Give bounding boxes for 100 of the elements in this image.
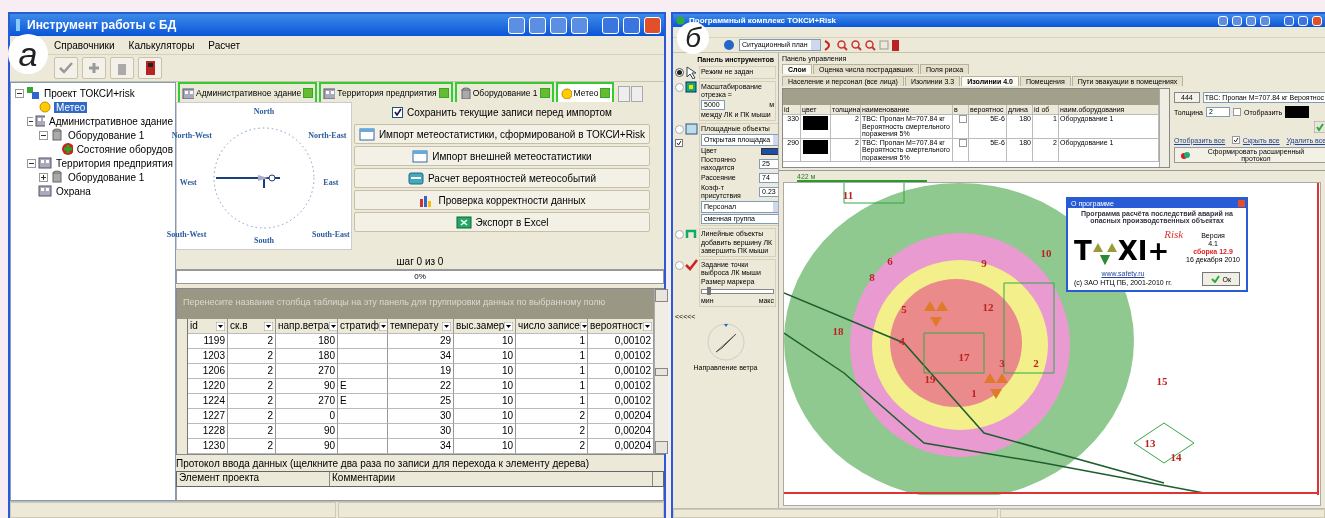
title-tool-button[interactable] xyxy=(550,16,567,34)
radio-button[interactable] xyxy=(675,261,684,270)
title-tool-button[interactable] xyxy=(1260,15,1270,26)
tree-item[interactable]: Охрана xyxy=(54,185,93,197)
building-icon xyxy=(38,156,52,170)
dropdown-icon[interactable] xyxy=(329,321,337,331)
table-cell: 2 xyxy=(516,439,588,454)
expand-toggle[interactable] xyxy=(39,172,48,182)
map-label: 11 xyxy=(842,189,854,201)
checkbox[interactable] xyxy=(1233,108,1241,116)
tab-close-button[interactable] xyxy=(539,88,550,98)
color-swatch[interactable] xyxy=(1285,106,1310,118)
minimize-button[interactable] xyxy=(602,16,619,34)
tree-item[interactable]: Административное здание xyxy=(47,115,175,127)
action-button[interactable]: Расчет вероятностей метеособытий xyxy=(354,168,650,188)
dropdown-icon[interactable] xyxy=(504,321,514,331)
dropdown-icon[interactable] xyxy=(264,321,273,331)
device-icon[interactable] xyxy=(891,39,899,51)
menu-item[interactable]: Калькуляторы xyxy=(128,39,195,51)
tree-item[interactable]: Территория предприятия xyxy=(54,157,175,169)
tree-item[interactable]: Оборудование 1 xyxy=(66,129,147,141)
minimize-button[interactable] xyxy=(1284,15,1294,26)
color-swatch[interactable] xyxy=(761,147,778,155)
point-mode-icon xyxy=(685,259,698,272)
map-label: 8 xyxy=(869,271,875,283)
tab-close-button[interactable] xyxy=(303,88,314,98)
map-label: 2 xyxy=(1033,357,1039,369)
device-icon xyxy=(145,61,155,75)
zoom-icon[interactable] xyxy=(836,39,848,51)
tab[interactable]: Административное здание xyxy=(178,82,318,102)
expand-toggle[interactable] xyxy=(27,158,36,168)
title-tool-button[interactable] xyxy=(571,16,588,34)
dropdown-icon[interactable] xyxy=(442,321,451,331)
apply-button[interactable] xyxy=(1314,121,1325,133)
title-tool-button[interactable] xyxy=(1246,15,1256,26)
dropdown-icon[interactable] xyxy=(579,321,587,331)
scrollbar[interactable] xyxy=(654,289,668,454)
zoom-icon[interactable] xyxy=(864,39,876,51)
tab-close-button[interactable] xyxy=(600,88,611,98)
building-icon xyxy=(35,114,46,128)
radio-button[interactable] xyxy=(675,230,684,239)
action-button[interactable]: Экспорт в Excel xyxy=(354,212,650,232)
dropdown-icon[interactable] xyxy=(216,321,225,331)
column-header[interactable]: Комментарии xyxy=(330,472,653,486)
checkbox[interactable] xyxy=(1231,136,1240,144)
title-tool-button[interactable] xyxy=(1232,15,1242,26)
wind-direction-drawing[interactable] xyxy=(705,322,746,362)
compass-label: North xyxy=(253,106,275,116)
close-button[interactable] xyxy=(1312,15,1322,26)
app-icon xyxy=(676,16,685,25)
info-icon[interactable] xyxy=(723,39,736,51)
checkbox[interactable] xyxy=(675,139,683,147)
expand-toggle[interactable] xyxy=(39,130,48,140)
title-tool-button[interactable] xyxy=(529,16,546,34)
marker-size-slider[interactable] xyxy=(701,289,774,294)
project-icon xyxy=(26,86,40,100)
checkbox[interactable] xyxy=(959,115,967,123)
tab[interactable]: Оборудование 1 xyxy=(454,82,554,102)
checkbox[interactable] xyxy=(959,138,967,147)
tab[interactable]: Метео xyxy=(555,82,615,102)
expand-toggle[interactable] xyxy=(27,116,34,126)
action-button[interactable]: Импорт метеостатистики, сформированой в ТОКСИ+Risk xyxy=(354,124,650,144)
map-label: 1 xyxy=(971,387,977,399)
radio-button[interactable] xyxy=(675,68,684,77)
exit-button[interactable] xyxy=(138,57,162,79)
tree-item[interactable]: Метео xyxy=(54,101,88,113)
table-cell: 90 xyxy=(276,439,338,454)
equipment-icon xyxy=(50,170,64,184)
tab[interactable]: Территория предприятия xyxy=(319,82,453,102)
close-button[interactable] xyxy=(644,16,661,34)
radio-button[interactable] xyxy=(675,83,684,92)
menu-item[interactable]: Справочники xyxy=(54,39,115,51)
dropdown-icon[interactable] xyxy=(642,321,652,331)
tree-item[interactable]: Состояние оборудов xyxy=(74,143,175,155)
menu-item[interactable]: Расчет xyxy=(208,39,241,51)
calc-icon xyxy=(408,170,424,186)
zoom-icon[interactable] xyxy=(850,39,862,51)
title-tool-button[interactable] xyxy=(1218,15,1228,26)
title-tool-button[interactable] xyxy=(508,16,525,34)
action-button[interactable]: Проверка корректности данных xyxy=(354,190,650,210)
table-cell xyxy=(338,439,388,454)
table-cell: 1230 xyxy=(188,439,228,454)
action-button[interactable]: Импорт внешней метеостатистики xyxy=(354,146,650,166)
triangles-icon xyxy=(1091,242,1118,266)
add-button[interactable] xyxy=(82,57,106,79)
column-header[interactable]: Элемент проекта xyxy=(177,472,330,486)
dropdown-icon[interactable] xyxy=(378,321,387,331)
compass-label: South-East xyxy=(312,229,350,239)
protocol-title: Протокол ввода данных (щелкните два раза по записи для перехода к элементу дерева) xyxy=(176,458,590,471)
maximize-button[interactable] xyxy=(1298,15,1308,26)
tab-close-button[interactable] xyxy=(438,88,449,98)
radio-button[interactable] xyxy=(675,125,684,134)
map-label: 18 xyxy=(832,325,844,337)
tree-item[interactable]: Оборудование 1 xyxy=(66,171,147,183)
scrollbar[interactable] xyxy=(1159,89,1169,167)
maximize-button[interactable] xyxy=(623,16,640,34)
expand-toggle[interactable] xyxy=(15,88,24,98)
tree-item[interactable]: Проект ТОКСИ+risk xyxy=(42,87,137,99)
confirm-button[interactable] xyxy=(54,57,78,79)
checkbox[interactable] xyxy=(392,106,404,118)
